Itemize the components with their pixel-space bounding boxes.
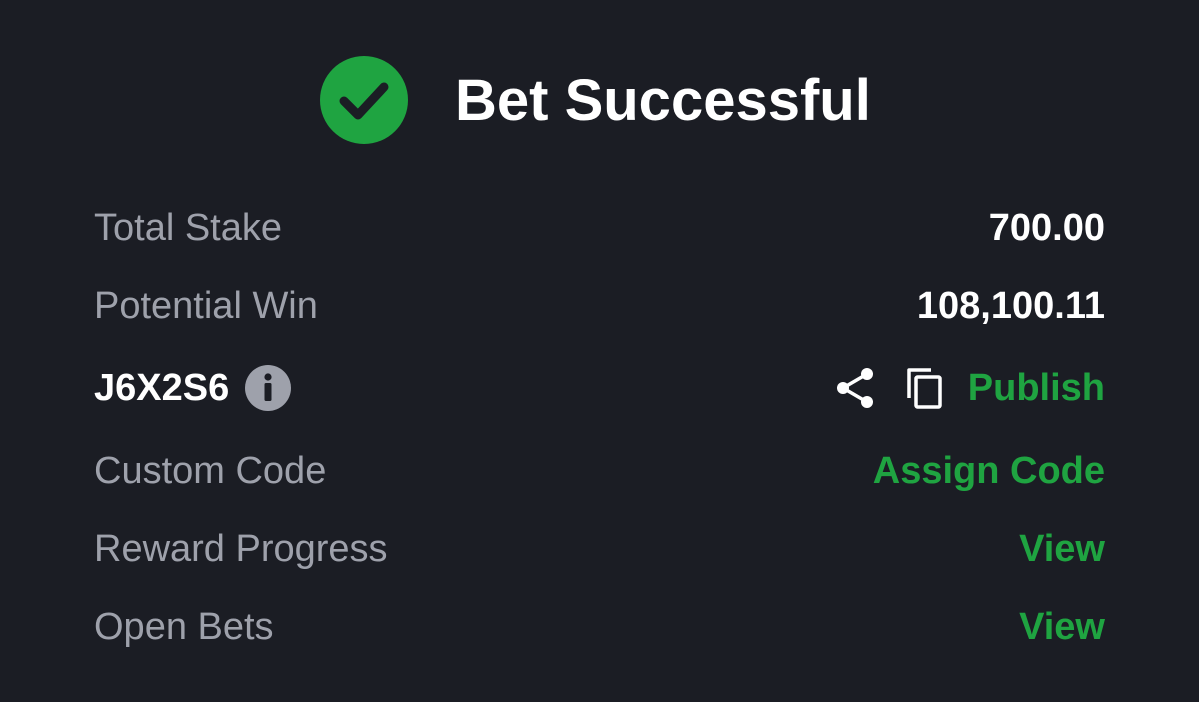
- potential-win-row: Potential Win 108,100.11: [94, 276, 1105, 336]
- booking-code-row: J6X2S6 Publish: [94, 358, 1105, 418]
- potential-win-value: 108,100.11: [916, 285, 1105, 327]
- copy-icon[interactable]: [902, 365, 948, 411]
- open-bets-view-link[interactable]: View: [1019, 597, 1105, 657]
- reward-progress-row: Reward Progress View: [94, 519, 1105, 579]
- total-stake-label: Total Stake: [94, 207, 282, 249]
- booking-actions: Publish: [832, 358, 1105, 418]
- page-title: Bet Successful: [455, 68, 871, 133]
- success-header: Bet Successful: [0, 56, 1199, 146]
- open-bets-row: Open Bets View: [94, 597, 1105, 657]
- info-icon[interactable]: [245, 365, 292, 411]
- reward-progress-label: Reward Progress: [94, 528, 388, 570]
- publish-button[interactable]: Publish: [968, 358, 1105, 418]
- check-circle-icon: [320, 56, 408, 144]
- open-bets-label: Open Bets: [94, 606, 274, 648]
- assign-code-button[interactable]: Assign Code: [873, 441, 1105, 501]
- total-stake-value: 700.00: [988, 207, 1105, 249]
- potential-win-label: Potential Win: [94, 285, 318, 327]
- booking-code: J6X2S6: [94, 367, 230, 409]
- reward-progress-view-link[interactable]: View: [1019, 519, 1105, 579]
- share-icon[interactable]: [832, 365, 878, 411]
- custom-code-row: Custom Code Assign Code: [94, 441, 1105, 501]
- total-stake-row: Total Stake 700.00: [94, 198, 1105, 258]
- booking-code-group: J6X2S6: [94, 358, 292, 418]
- custom-code-label: Custom Code: [94, 450, 327, 492]
